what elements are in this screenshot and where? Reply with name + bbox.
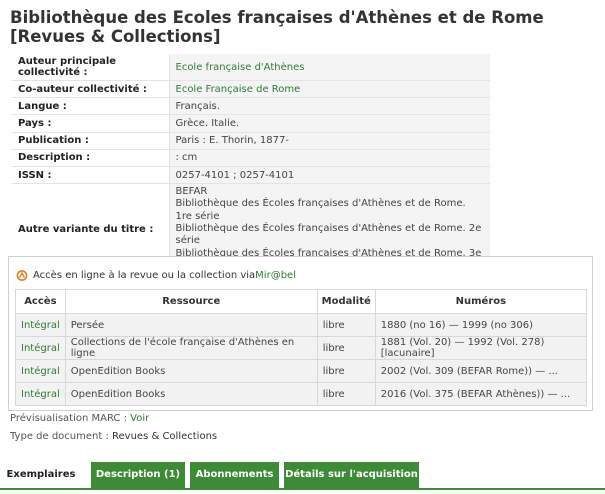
mirabel-heading: Accès en ligne à la revue ou la collecti… [16, 269, 296, 281]
resource-access: Intégral [15, 313, 66, 337]
tab-abonnements[interactable]: Abonnements [190, 462, 279, 488]
resource-access-link[interactable]: Intégral [21, 343, 60, 354]
notice-label: Langue : [12, 97, 170, 116]
notice-value-link[interactable]: Ecole française d'Athènes [176, 62, 305, 73]
resource-access: Intégral [15, 359, 66, 383]
notice-row: Publication : Paris : E. Thorin, 1877- [12, 132, 490, 150]
notice-value-text: Français. [175, 100, 220, 112]
marc-view-link[interactable]: Voir [130, 413, 149, 424]
resource-modality: libre [316, 336, 376, 360]
doctype-value: Revues & Collections [112, 431, 218, 442]
mirabel-link[interactable]: Mir@bel [255, 270, 296, 281]
resource-numbers: 1880 (no 16) — 1999 (no 306) [374, 313, 588, 337]
resource-name: Collections de l'école française d'Athèn… [64, 336, 318, 360]
col-acces[interactable]: Accès [15, 289, 66, 314]
resource-access: Intégral [15, 336, 66, 360]
resource-numbers: 1881 (Vol. 20) — 1992 (Vol. 278) [lacuna… [374, 336, 588, 360]
resource-name: Persée [64, 313, 318, 337]
document-type: Type de document : Revues & Collections [10, 431, 217, 442]
notice-value-text: 0257-4101 ; 0257-4101 [175, 169, 295, 181]
doctype-label: Type de document : [10, 431, 109, 442]
tab-bar: Exemplaires (3) Description (1) Abonneme… [0, 462, 605, 490]
resource-modality: libre [316, 359, 376, 383]
resource-access-link[interactable]: Intégral [21, 320, 60, 331]
resource-name: OpenEdition Books [64, 359, 318, 383]
notice-value-text: : cm [175, 152, 198, 164]
tab-description[interactable]: Description (1) [91, 462, 185, 488]
notice-label: Co-auteur collectivité : [12, 80, 170, 99]
notice-value: Grèce. Italie. [169, 114, 490, 133]
marc-label: Prévisualisation MARC : [10, 413, 127, 424]
variant-title: BEFAR [175, 186, 208, 198]
resource-row: Intégral OpenEdition Books libre 2016 (Vol.… [15, 382, 588, 406]
notice-value: : cm [169, 149, 490, 167]
resource-access-link[interactable]: Intégral [21, 389, 60, 400]
resource-row: Intégral Persée libre 1880 (no 16) — 1999 (… [15, 313, 588, 337]
notice-row: Auteur principale collectivité : Ecole fr… [12, 54, 490, 81]
tab-acquisition[interactable]: Détails sur l'acquisition [284, 462, 419, 488]
variant-title: Bibliothèque des Écoles françaises d'Ath… [175, 223, 482, 247]
resource-name: OpenEdition Books [64, 382, 318, 406]
notice-value-text: Grèce. Italie. [175, 117, 240, 129]
notice-label: Auteur principale collectivité : [12, 54, 170, 81]
variant-title: Bibliothèque des Écoles françaises d'Ath… [175, 198, 466, 222]
notice-row: Description : : cm [12, 149, 490, 167]
resource-numbers: 2016 (Vol. 375 (BEFAR Athènes)) — ... [374, 382, 588, 406]
col-numeros[interactable]: Numéros [374, 289, 588, 314]
resource-access: Intégral [15, 382, 66, 406]
notice-label: ISSN : [12, 166, 170, 185]
resource-row: Intégral OpenEdition Books libre 2002 (Vol.… [15, 359, 588, 383]
notice-value: Paris : E. Thorin, 1877- [169, 132, 490, 150]
notice-value-link[interactable]: Ecole Française de Rome [176, 84, 301, 95]
notice-label: Description : [12, 149, 170, 167]
resource-modality: libre [316, 313, 376, 337]
resources-table: Accès Ressource Modalité Numéros Intégra… [15, 289, 588, 406]
notice-value: Ecole française d'Athènes [169, 54, 490, 81]
resource-row: Intégral Collections de l'école française… [15, 336, 588, 360]
notice-value: 0257-4101 ; 0257-4101 [169, 166, 490, 185]
page-title: Bibliothèque des Ecoles françaises d'Ath… [10, 8, 544, 46]
col-modalite[interactable]: Modalité [316, 289, 376, 314]
notice-row: Langue : Français. [12, 97, 490, 116]
marc-preview: Prévisualisation MARC : Voir [10, 413, 149, 424]
mirabel-logo-icon [16, 270, 28, 281]
col-ressource[interactable]: Ressource [64, 289, 318, 314]
notice-label: Publication : [12, 132, 170, 150]
notice-value-text: Paris : E. Thorin, 1877- [175, 135, 289, 147]
notice-label: Pays : [12, 114, 170, 133]
notice-row: Pays : Grèce. Italie. [12, 114, 490, 133]
notice-row: Co-auteur collectivité : Ecole Française … [12, 80, 490, 99]
notice-value: Français. [169, 97, 490, 116]
notice-value: Ecole Française de Rome [169, 80, 490, 99]
tab-bar-underline [0, 488, 605, 490]
mirabel-panel: Accès en ligne à la revue ou la collecti… [8, 256, 593, 411]
mirabel-heading-text: Accès en ligne à la revue ou la collecti… [33, 269, 256, 281]
resource-access-link[interactable]: Intégral [21, 366, 60, 377]
tab-exemplaires[interactable]: Exemplaires (3) [0, 462, 82, 488]
resource-numbers: 2002 (Vol. 309 (BEFAR Rome)) — ... [374, 359, 588, 383]
notice-row: ISSN : 0257-4101 ; 0257-4101 [12, 166, 490, 185]
resource-modality: libre [316, 382, 376, 406]
